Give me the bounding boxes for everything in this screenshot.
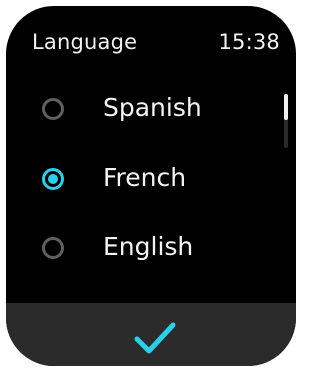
language-option-french[interactable]: French (6, 155, 276, 209)
clock-time: 15:38 (218, 30, 280, 54)
option-label: English (103, 232, 194, 261)
option-label: Spanish (103, 93, 202, 122)
scrollbar[interactable] (284, 94, 288, 148)
radio-button-french[interactable] (42, 168, 64, 190)
watch-screen: Language 15:38 Spanish French English (6, 6, 296, 366)
radio-button-english[interactable] (42, 237, 64, 259)
option-label: French (103, 163, 187, 192)
radio-selected-dot (48, 174, 58, 184)
language-option-spanish[interactable]: Spanish (6, 85, 276, 139)
confirm-button[interactable] (6, 303, 296, 366)
check-icon (134, 322, 176, 354)
radio-button-spanish[interactable] (42, 98, 64, 120)
scrollbar-thumb[interactable] (284, 94, 288, 120)
page-title: Language (32, 30, 138, 54)
language-option-english[interactable]: English (6, 224, 276, 278)
